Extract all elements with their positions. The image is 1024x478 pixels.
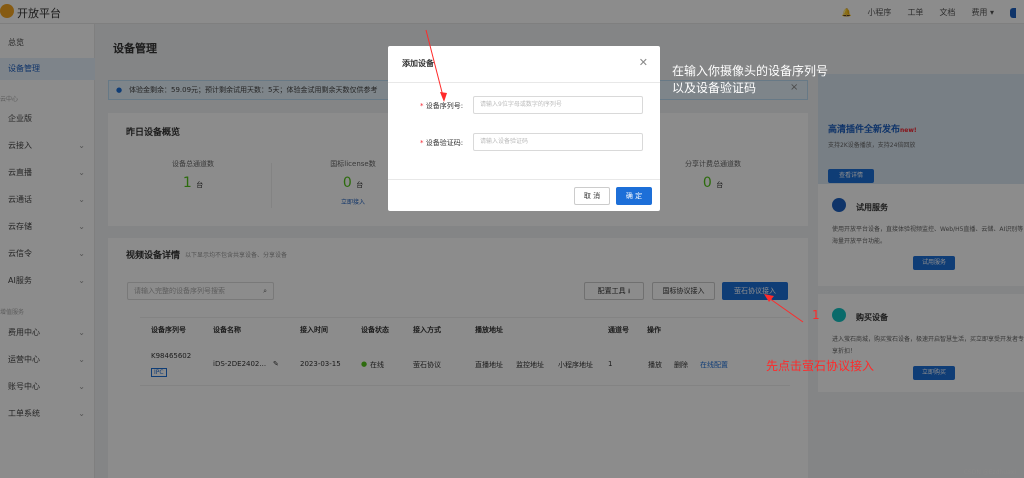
- annotation-step: 1: [812, 308, 820, 322]
- code-label-text: 设备验证码:: [425, 139, 464, 147]
- code-label: * 设备验证码:: [420, 138, 463, 148]
- annotation-text-1: 在输入你摄像头的设备序列号: [672, 64, 829, 78]
- serial-placeholder: 请输入9位字母或数字的序列号: [480, 101, 562, 108]
- serial-label: * 设备序列号:: [420, 101, 463, 111]
- modal-divider: [388, 82, 660, 83]
- code-input[interactable]: 请输入设备验证码: [473, 133, 643, 151]
- annotation-text-2: 以及设备验证码: [672, 81, 757, 95]
- serial-label-text: 设备序列号:: [425, 102, 464, 110]
- close-icon[interactable]: ✕: [639, 56, 648, 69]
- ok-button[interactable]: 确 定: [616, 187, 652, 205]
- cancel-button[interactable]: 取 消: [574, 187, 610, 205]
- modal-title: 添加设备: [402, 59, 434, 68]
- code-placeholder: 请输入设备验证码: [480, 138, 529, 145]
- modal-divider: [388, 179, 660, 180]
- add-device-modal: 添加设备 ✕ * 设备序列号: 请输入9位字母或数字的序列号 * 设备验证码: …: [388, 46, 660, 211]
- watermark: CSDN @Ezdhuaxi: [963, 469, 1016, 476]
- annotation-hint: 先点击萤石协议接入: [766, 359, 875, 373]
- serial-input[interactable]: 请输入9位字母或数字的序列号: [473, 96, 643, 114]
